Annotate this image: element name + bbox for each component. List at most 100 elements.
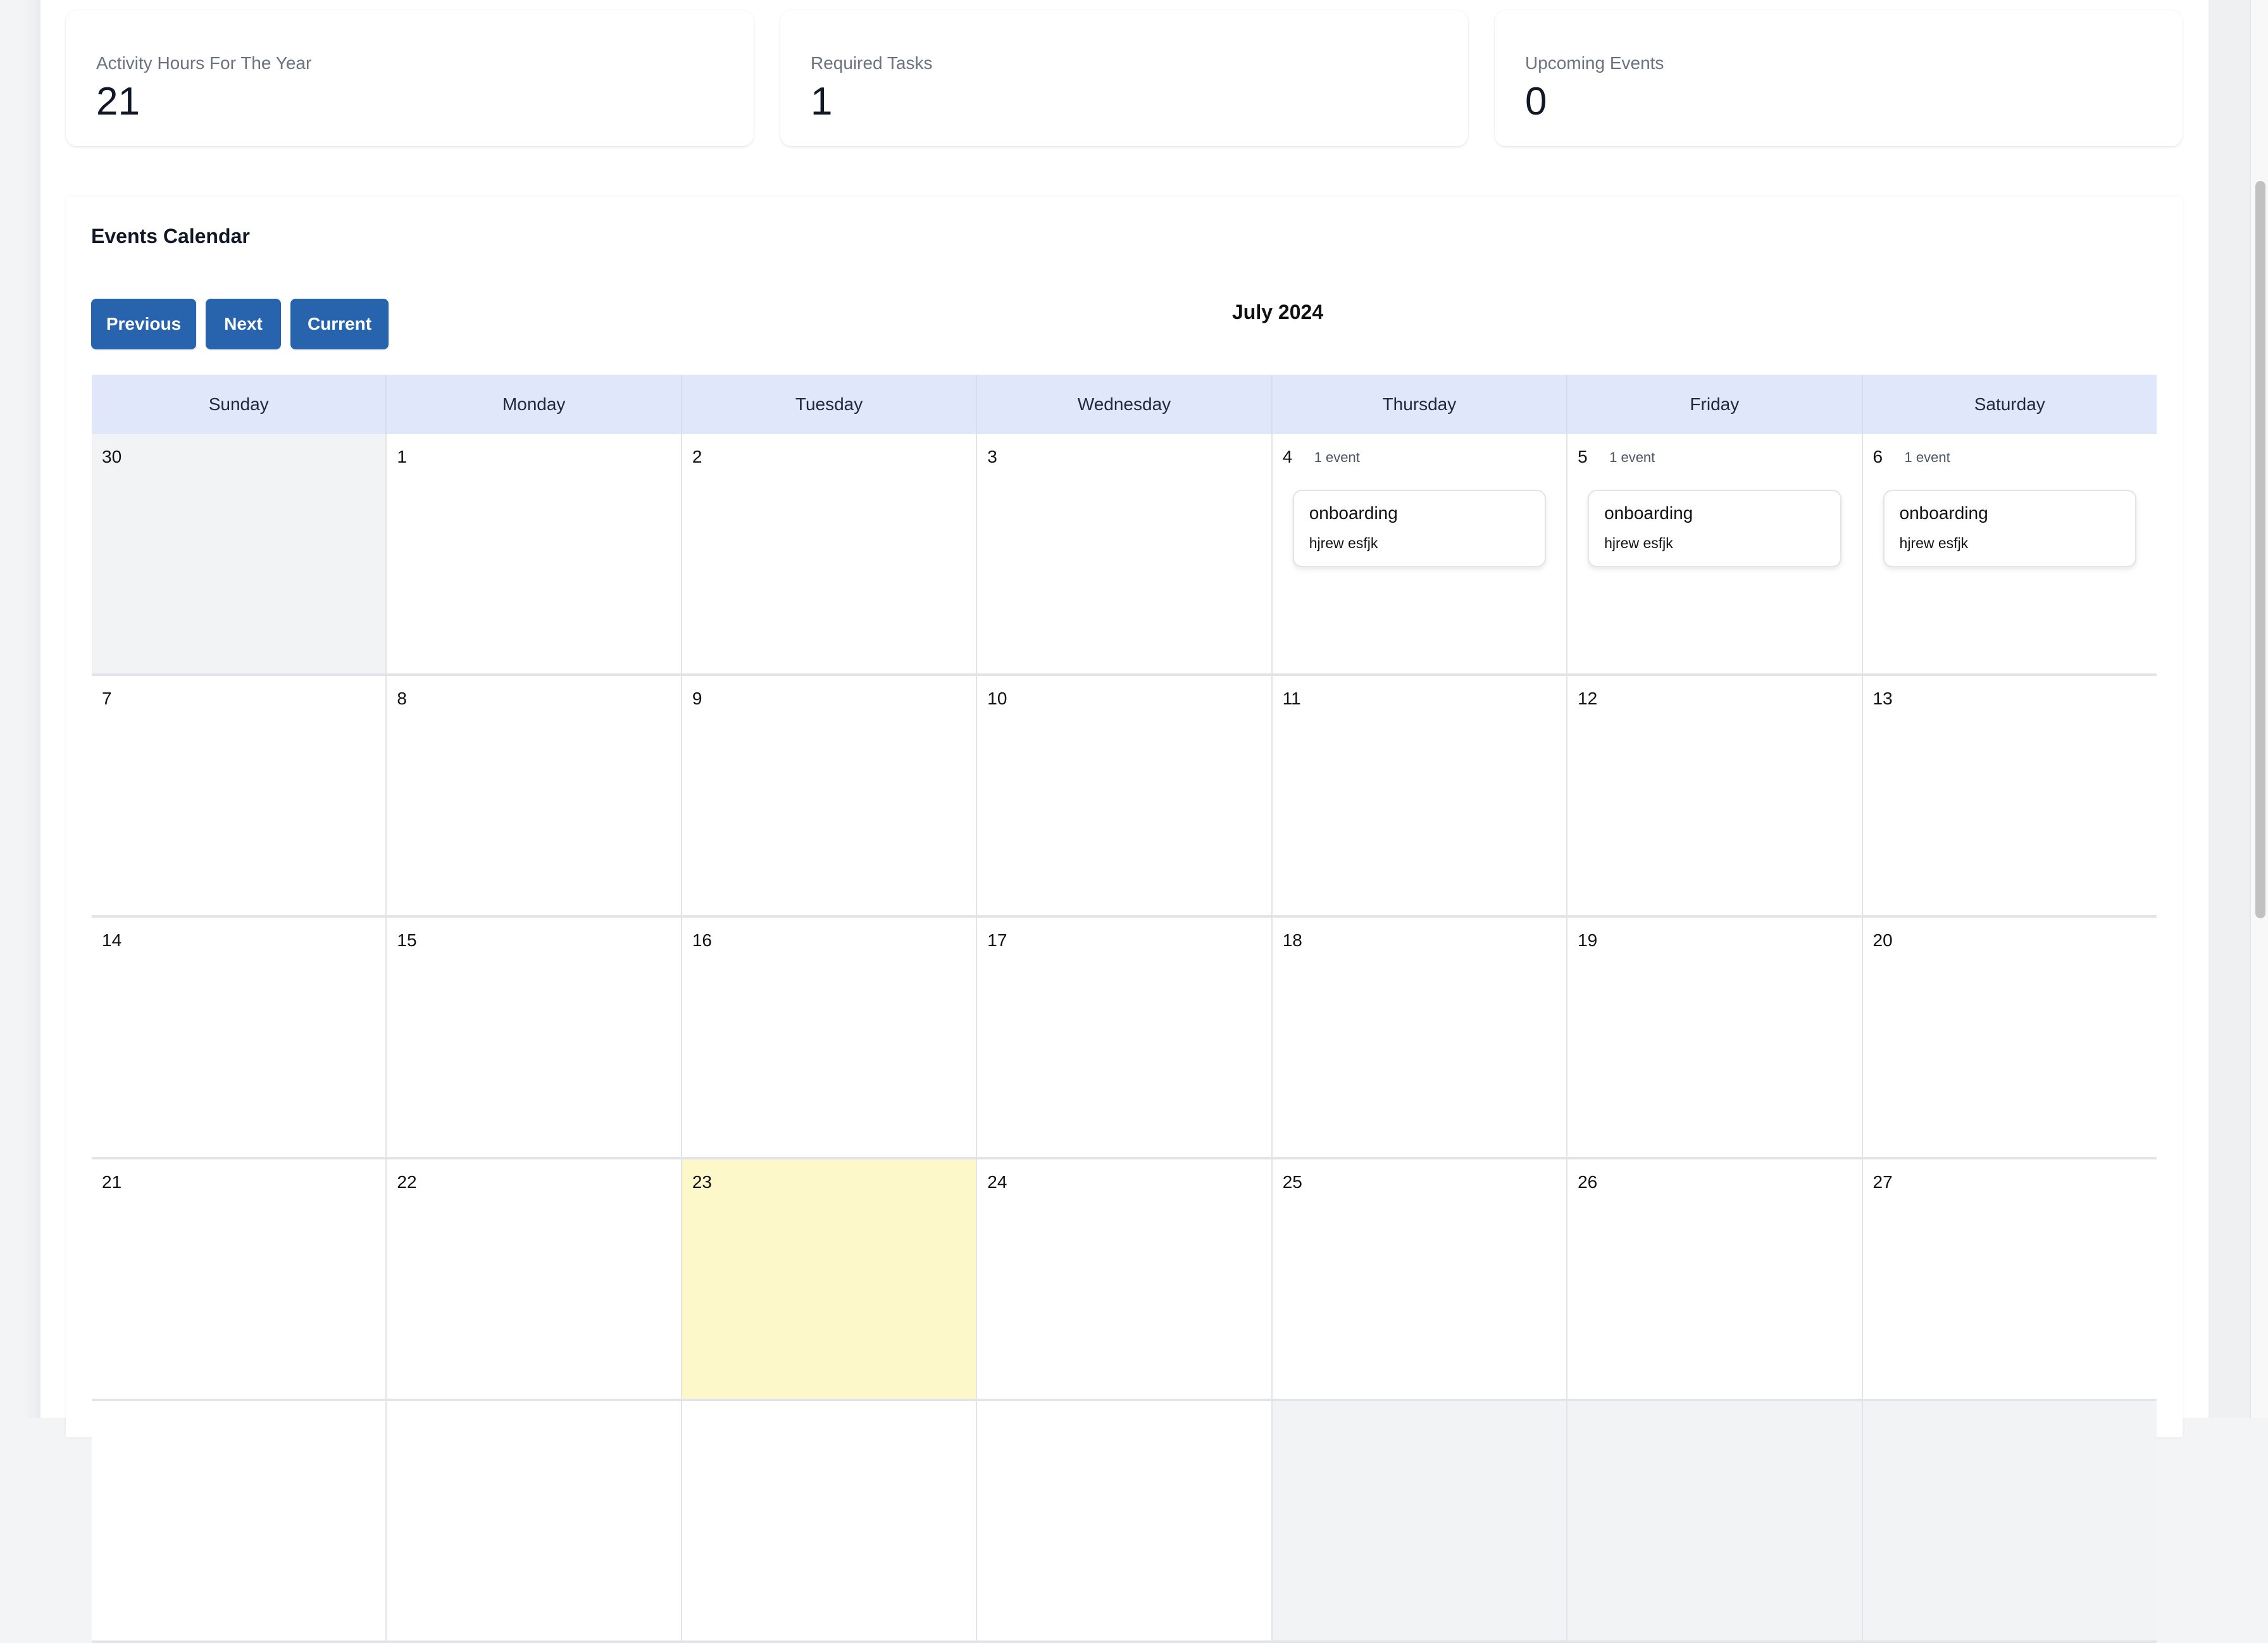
day-number: 9: [692, 689, 702, 708]
day-number: 3: [987, 447, 997, 466]
month-label: July 2024: [1232, 301, 1324, 323]
next-month-button[interactable]: Next: [206, 299, 281, 349]
calendar-week-row: 21 22 23 24 25 26 27: [92, 1159, 2157, 1401]
day-number: 22: [397, 1172, 417, 1192]
event-count: 1 event: [1314, 449, 1360, 465]
calendar-day[interactable]: 1: [387, 434, 682, 673]
calendar-day[interactable]: 22: [387, 1159, 682, 1399]
day-number: 4: [1282, 447, 1293, 466]
calendar-day[interactable]: [387, 1401, 682, 1640]
calendar-day[interactable]: 24: [977, 1159, 1273, 1399]
weekday-header-thursday: Thursday: [1273, 375, 1568, 434]
weekday-header-wednesday: Wednesday: [977, 375, 1273, 434]
event-title: onboarding: [1604, 503, 1693, 523]
day-number: 14: [102, 930, 122, 950]
calendar-day[interactable]: 20: [1862, 918, 2157, 1157]
calendar-day[interactable]: 27: [1862, 1159, 2157, 1399]
day-number: 23: [692, 1172, 712, 1192]
weekday-header-friday: Friday: [1567, 375, 1863, 434]
calendar-day[interactable]: 3: [977, 434, 1273, 673]
calendar-day[interactable]: 16: [682, 918, 978, 1157]
calendar-day[interactable]: 8: [387, 676, 682, 915]
calendar-week-row: 30 1 2 3 4 1 event onboarding hjrew esfjk 5 1 eve…: [92, 434, 2157, 676]
stat-label: Upcoming Events: [1525, 53, 1664, 73]
calendar-grid: Sunday Monday Tuesday Wednesday Thursday Frid…: [92, 375, 2157, 1643]
calendar-day[interactable]: [1862, 1401, 2157, 1640]
day-number: 11: [1282, 689, 1301, 708]
calendar-day[interactable]: 6 1 event onboarding hjrew esfjk: [1862, 434, 2157, 673]
stat-value: 21: [96, 80, 140, 123]
day-number: 15: [397, 930, 417, 950]
weekday-header-saturday: Saturday: [1974, 394, 2045, 414]
weekday-header-monday: Monday: [387, 375, 682, 434]
day-number: 5: [1578, 447, 1588, 466]
event-card[interactable]: onboarding hjrew esfjk: [1883, 490, 2136, 567]
calendar-week-row: 7 8 9 10 11 12 13: [92, 676, 2157, 918]
calendar-day[interactable]: 5 1 event onboarding hjrew esfjk: [1567, 434, 1863, 673]
calendar-day[interactable]: [977, 1401, 1273, 1640]
day-number: 12: [1578, 689, 1598, 708]
calendar-title: Events Calendar: [91, 225, 250, 247]
events-calendar-card: Events Calendar Previous Next Current Ju…: [66, 197, 2183, 1643]
calendar-day[interactable]: 19: [1567, 918, 1863, 1157]
event-count: 1 event: [1904, 449, 1950, 465]
calendar-day[interactable]: [1567, 1401, 1863, 1640]
calendar-day[interactable]: 17: [977, 918, 1273, 1157]
calendar-day[interactable]: 11: [1272, 676, 1568, 915]
previous-month-button[interactable]: Previous: [91, 299, 196, 349]
calendar-day[interactable]: 9: [682, 676, 978, 915]
event-card[interactable]: onboarding hjrew esfjk: [1292, 490, 1547, 567]
event-title: onboarding: [1899, 503, 1988, 523]
day-number: 6: [1872, 447, 1883, 466]
calendar-day[interactable]: 25: [1272, 1159, 1568, 1399]
weekday-header-row: Sunday Monday Tuesday Wednesday Thursday Frid…: [92, 375, 2157, 434]
day-number: 19: [1578, 930, 1598, 950]
calendar-day[interactable]: 18: [1272, 918, 1568, 1157]
scrollbar-thumb[interactable]: [2255, 181, 2265, 918]
scrollbar[interactable]: [2250, 0, 2268, 1418]
calendar-day-today[interactable]: 23: [682, 1159, 978, 1399]
calendar-day[interactable]: 26: [1567, 1159, 1863, 1399]
calendar-day[interactable]: 13: [1862, 676, 2157, 915]
day-number: 16: [692, 930, 712, 950]
day-number: 13: [1872, 689, 1893, 708]
calendar-day[interactable]: 15: [387, 918, 682, 1157]
day-number: 8: [397, 689, 407, 708]
day-number: 21: [102, 1172, 122, 1192]
calendar-day[interactable]: 21: [92, 1159, 387, 1399]
event-title: onboarding: [1309, 503, 1398, 523]
calendar-day[interactable]: 7: [92, 676, 387, 915]
calendar-week-row: 14 15 16 17 18 19 20: [92, 918, 2157, 1159]
event-card[interactable]: onboarding hjrew esfjk: [1588, 490, 1841, 567]
day-number: 25: [1282, 1172, 1302, 1192]
weekday-header-sunday: Sunday: [92, 375, 387, 434]
stat-card-required-tasks: Required Tasks 1: [780, 10, 1468, 146]
stat-card-activity-hours: Activity Hours For The Year 21: [66, 10, 754, 146]
day-number: 26: [1578, 1172, 1598, 1192]
day-number: 2: [692, 447, 702, 466]
day-number: 27: [1872, 1172, 1893, 1192]
day-number: 18: [1282, 930, 1302, 950]
calendar-weeks: 30 1 2 3 4 1 event onboarding hjrew esfjk 5 1 eve…: [92, 434, 2157, 1643]
calendar-week-row: [92, 1401, 2157, 1643]
left-gutter: [0, 0, 40, 1418]
stat-label: Activity Hours For The Year: [96, 53, 312, 73]
calendar-day[interactable]: [92, 1401, 387, 1640]
calendar-day[interactable]: 12: [1567, 676, 1863, 915]
calendar-day[interactable]: 10: [977, 676, 1273, 915]
calendar-day[interactable]: [682, 1401, 978, 1640]
calendar-day[interactable]: [1272, 1401, 1568, 1640]
calendar-day[interactable]: 30: [92, 434, 387, 673]
calendar-day[interactable]: 14: [92, 918, 387, 1157]
event-count: 1 event: [1609, 449, 1655, 465]
day-number: 10: [987, 689, 1007, 708]
event-description: hjrew esfjk: [1604, 535, 1673, 551]
calendar-day[interactable]: 2: [682, 434, 978, 673]
day-number: 1: [397, 447, 407, 466]
calendar-day[interactable]: 4 1 event onboarding hjrew esfjk: [1272, 434, 1568, 673]
day-number: 30: [102, 447, 122, 466]
event-description: hjrew esfjk: [1309, 535, 1378, 551]
weekday-header-tuesday: Tuesday: [682, 375, 978, 434]
event-description: hjrew esfjk: [1899, 535, 1969, 551]
current-month-button[interactable]: Current: [290, 299, 389, 349]
